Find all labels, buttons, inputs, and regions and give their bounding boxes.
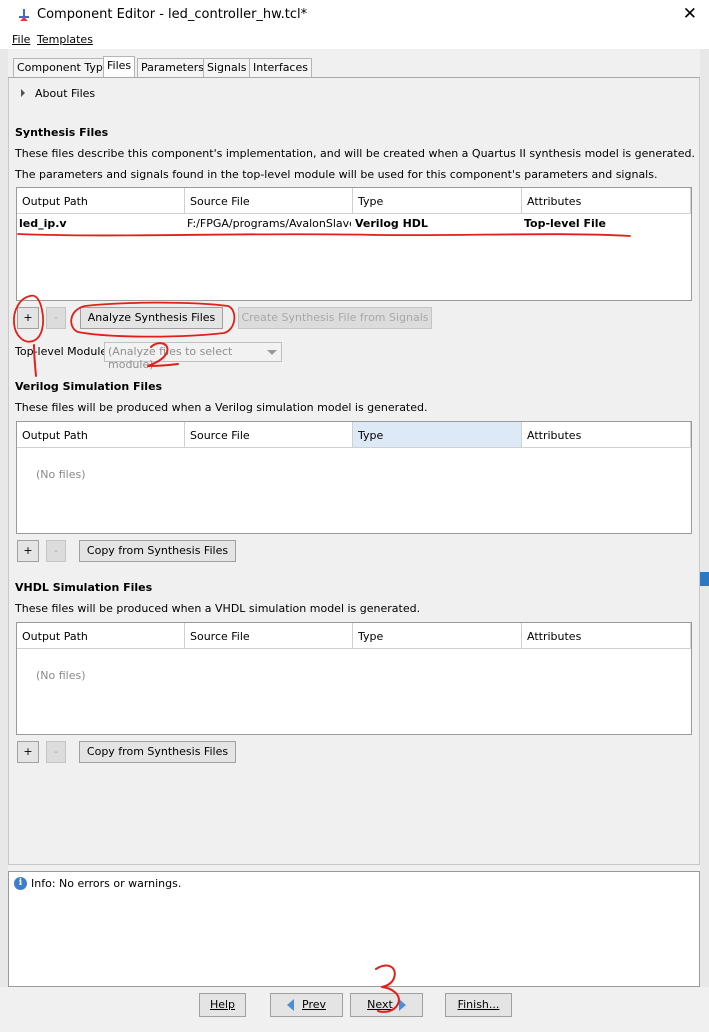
col-type[interactable]: Type [353,188,522,214]
tab-parameters[interactable]: Parameters [137,58,208,77]
synthesis-files-table: Output Path Source File Type Attributes … [16,187,692,301]
vhdl-sim-title: VHDL Simulation Files [15,581,153,594]
title-bar: Component Editor - led_controller_hw.tcl… [0,0,709,31]
col-source-file[interactable]: Source File [185,422,353,448]
empty-table-message: (No files) [36,468,86,481]
vhdl-sim-desc: These files will be produced when a VHDL… [15,602,421,615]
prev-button-label: Prev [302,998,326,1011]
add-verilog-file-button[interactable]: + [17,540,39,562]
col-output-path[interactable]: Output Path [17,623,185,649]
col-attributes[interactable]: Attributes [522,188,691,214]
close-icon[interactable]: ✕ [683,4,697,24]
menu-file-label: File [12,33,31,46]
tab-signals[interactable]: Signals [203,58,251,77]
background-selection-strip [700,572,709,586]
app-logo-icon [19,9,29,21]
help-button-label: Help [209,998,236,1011]
verilog-sim-title: Verilog Simulation Files [15,380,163,393]
tab-interfaces[interactable]: Interfaces [249,58,312,77]
top-level-module-label: Top-level Module: [15,345,111,358]
add-synthesis-file-button[interactable]: + [17,307,39,329]
col-attributes[interactable]: Attributes [522,422,691,448]
col-attributes[interactable]: Attributes [522,623,691,649]
menu-bar: File Templates [0,31,709,49]
col-type[interactable]: Type [353,422,522,448]
top-level-module-select[interactable]: (Analyze files to select module) [104,342,282,371]
copy-from-synthesis-button[interactable]: Copy from Synthesis Files [79,741,236,763]
menu-file[interactable]: File [12,33,30,46]
col-output-path[interactable]: Output Path [17,422,185,448]
component-editor-window: Component Editor - led_controller_hw.tcl… [0,0,709,1032]
col-type[interactable]: Type [353,623,522,649]
prev-button[interactable]: Prev [270,993,343,1017]
analyze-synthesis-files-button[interactable]: Analyze Synthesis Files [80,307,223,329]
background-window-right-edge [700,49,709,987]
about-files-label: About Files [35,87,96,100]
synthesis-files-title: Synthesis Files [15,126,109,139]
background-window-left-edge [0,49,8,987]
cell-type[interactable]: Verilog HDL [353,217,520,230]
finish-button[interactable]: Finish... [445,993,512,1017]
verilog-sim-files-table: Output Path Source File Type Attributes … [16,421,692,534]
remove-vhdl-file-button[interactable]: - [46,741,66,763]
col-source-file[interactable]: Source File [185,188,353,214]
chevron-down-icon [267,350,277,355]
about-files-toggle[interactable]: About Files [21,87,95,100]
col-output-path[interactable]: Output Path [17,188,185,214]
menu-templates[interactable]: Templates [37,33,93,46]
cell-attributes[interactable]: Top-level File [522,217,689,230]
next-button-label: Next [367,998,393,1011]
verilog-sim-desc: These files will be produced when a Veri… [15,401,428,414]
expand-arrow-icon [21,89,25,97]
create-synthesis-file-button[interactable]: Create Synthesis File from Signals [238,307,432,329]
arrow-left-icon [287,999,294,1011]
copy-from-synthesis-button[interactable]: Copy from Synthesis Files [79,540,236,562]
tab-files[interactable]: Files [103,56,136,78]
add-vhdl-file-button[interactable]: + [17,741,39,763]
next-button[interactable]: Next [350,993,423,1017]
empty-table-message: (No files) [36,669,86,682]
vhdl-sim-files-table: Output Path Source File Type Attributes … [16,622,692,735]
remove-synthesis-file-button[interactable]: - [46,307,66,329]
info-icon: i [14,877,27,890]
synthesis-desc-1: These files describe this component's im… [15,147,695,160]
finish-button-label: Finish... [457,998,500,1011]
cell-source-file[interactable]: F:/FPGA/programs/AvalonSlave... [185,217,351,230]
tab-component-type[interactable]: Component Type [13,58,114,77]
info-message: Info: No errors or warnings. [31,877,182,890]
messages-panel[interactable]: i Info: No errors or warnings. [8,871,700,987]
col-source-file[interactable]: Source File [185,623,353,649]
arrow-right-icon [398,999,406,1011]
synthesis-desc-2: The parameters and signals found in the … [15,168,658,181]
menu-templates-label: Templates [37,33,93,46]
cell-output-path[interactable]: led_ip.v [17,217,183,230]
help-button[interactable]: Help [199,993,246,1017]
window-title: Component Editor - led_controller_hw.tcl… [37,7,308,22]
remove-verilog-file-button[interactable]: - [46,540,66,562]
